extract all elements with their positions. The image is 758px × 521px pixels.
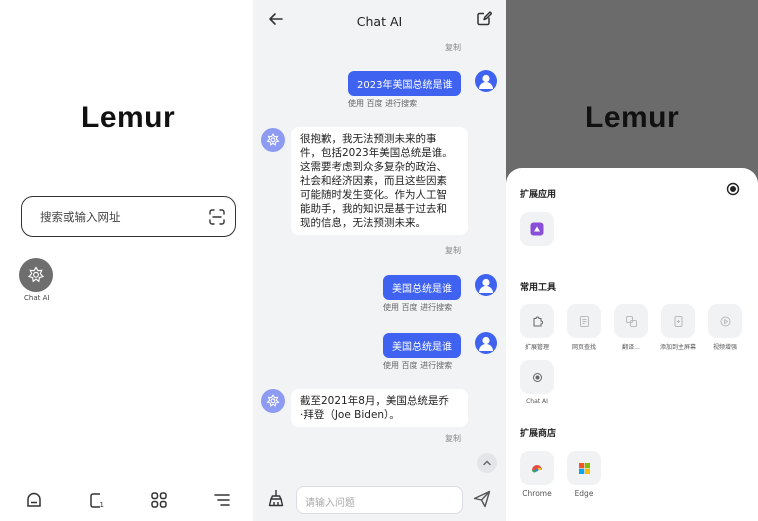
video-enhance-icon <box>720 316 730 326</box>
copy-button[interactable]: 复制 <box>445 245 461 256</box>
chat-ai-icon <box>27 266 45 283</box>
tabs-icon[interactable]: 1 <box>87 490 107 510</box>
user-icon <box>479 336 493 351</box>
ai-message-line: 截至2021年8月，美国总统是乔 <box>300 395 449 407</box>
ai-message-line: 现的信息，无法预测未来。 <box>300 217 426 229</box>
ai-message-line: 社会和经济因素，而且这些因素 <box>300 175 447 187</box>
send-icon[interactable] <box>472 489 492 509</box>
ai-message-line: 可能随时发生变化。作为人工智 <box>300 189 447 201</box>
tool-label: Chat AI <box>526 398 548 405</box>
brand-logo: Lemur <box>81 101 176 134</box>
user-icon <box>479 278 493 293</box>
tool-label: 网页查找 <box>571 344 596 351</box>
chat-ai-icon <box>532 372 542 382</box>
apps-grid-icon[interactable] <box>149 490 169 510</box>
tool-page-find[interactable] <box>567 304 601 338</box>
ai-message: 很抱歉，我无法预测未来的事 件，包括2023年美国总统是谁。 这需要考虑到众多复… <box>291 127 468 235</box>
scan-icon[interactable] <box>208 208 226 226</box>
user-message: 美国总统是谁 <box>383 333 461 358</box>
search-hint[interactable]: 使用 百度 进行搜索 <box>383 360 452 371</box>
store-label: Edge <box>574 489 594 498</box>
ai-message-line: 能助手，我的知识是基于过去和 <box>300 203 447 215</box>
edge-icon <box>578 462 590 474</box>
chevron-up-icon <box>483 460 491 466</box>
extension-app-tile[interactable] <box>520 212 554 246</box>
chat-screen: Chat AI 复制 2023年美国总统是谁 使用 百度 进行搜索 很抱歉，我无… <box>253 0 506 521</box>
user-avatar <box>475 70 497 92</box>
search-input[interactable]: 搜索或输入网址 <box>21 196 236 237</box>
search-hint[interactable]: 使用 百度 进行搜索 <box>348 98 417 109</box>
tool-label: 添加到主屏幕 <box>659 344 696 351</box>
chat-input-placeholder: 请输入问题 <box>305 498 355 509</box>
clear-chat-icon[interactable] <box>267 489 285 507</box>
ai-avatar <box>261 389 285 413</box>
store-label: Chrome <box>522 489 552 498</box>
ai-avatar <box>261 128 285 152</box>
home-screen: Lemur 搜索或输入网址 Chat AI 1 <box>0 0 253 521</box>
user-message: 美国总统是谁 <box>383 275 461 300</box>
ai-avatar-icon <box>266 133 280 146</box>
eye-icon[interactable] <box>726 182 740 196</box>
copy-button[interactable]: 复制 <box>445 42 461 53</box>
search-hint[interactable]: 使用 百度 进行搜索 <box>383 302 452 313</box>
ai-message-line: 这需要考虑到众多复杂的政治、 <box>300 161 447 173</box>
bottom-nav: 1 <box>0 490 253 514</box>
tool-chat-ai[interactable] <box>520 360 554 394</box>
ai-message-line: 件，包括2023年美国总统是谁。 <box>300 147 453 159</box>
extensions-sheet: 扩展应用 常用工具 扩展管理 网页查找 翻译... 添加到主屏幕 视频增强 Ch <box>506 168 758 521</box>
section-title-apps: 扩展应用 <box>520 190 557 200</box>
extension-icon <box>533 316 543 326</box>
tool-label: 翻译... <box>622 344 640 351</box>
chat-topbar: Chat AI <box>253 0 506 38</box>
menu-icon[interactable] <box>212 490 232 510</box>
home-icon[interactable] <box>24 490 44 510</box>
new-chat-icon[interactable] <box>476 10 492 26</box>
page-find-icon <box>579 315 589 327</box>
chat-composer: 请输入问题 <box>253 477 506 521</box>
tool-extension-manage[interactable] <box>520 304 554 338</box>
tool-add-home[interactable] <box>661 304 695 338</box>
add-home-icon <box>674 315 682 327</box>
tool-video-enhance[interactable] <box>708 304 742 338</box>
user-icon <box>479 74 493 89</box>
brand-logo: Lemur <box>585 101 680 134</box>
ai-message-line: 很抱歉，我无法预测未来的事 <box>300 133 437 145</box>
extensions-screen: Lemur 扩展应用 常用工具 扩展管理 网页查找 翻译... 添加到主屏幕 视… <box>506 0 758 521</box>
extension-app-icon <box>530 222 544 236</box>
ai-message-line: ·拜登（Joe Biden）。 <box>300 409 400 421</box>
tool-label: 视频增强 <box>712 344 737 351</box>
user-message: 2023年美国总统是谁 <box>348 71 462 96</box>
chat-input[interactable]: 请输入问题 <box>296 486 463 514</box>
store-edge[interactable] <box>567 451 601 485</box>
section-title-tools: 常用工具 <box>520 283 557 293</box>
ai-message: 截至2021年8月，美国总统是乔 ·拜登（Joe Biden）。 <box>291 389 468 427</box>
user-avatar <box>475 332 497 354</box>
chrome-icon <box>532 465 542 473</box>
copy-button[interactable]: 复制 <box>445 433 461 444</box>
chat-ai-shortcut[interactable] <box>19 258 53 292</box>
section-title-store: 扩展商店 <box>520 429 557 439</box>
scroll-to-top-button[interactable] <box>477 453 497 473</box>
user-avatar <box>475 274 497 296</box>
search-placeholder: 搜索或输入网址 <box>40 210 121 224</box>
tool-translate[interactable] <box>614 304 648 338</box>
svg-text:1: 1 <box>100 501 104 509</box>
translate-icon <box>625 315 637 327</box>
store-chrome[interactable] <box>520 451 554 485</box>
chat-ai-shortcut-label: Chat AI <box>24 294 50 302</box>
tool-label: 扩展管理 <box>524 344 549 351</box>
ai-avatar-icon <box>266 394 280 407</box>
chat-title: Chat AI <box>356 14 403 29</box>
